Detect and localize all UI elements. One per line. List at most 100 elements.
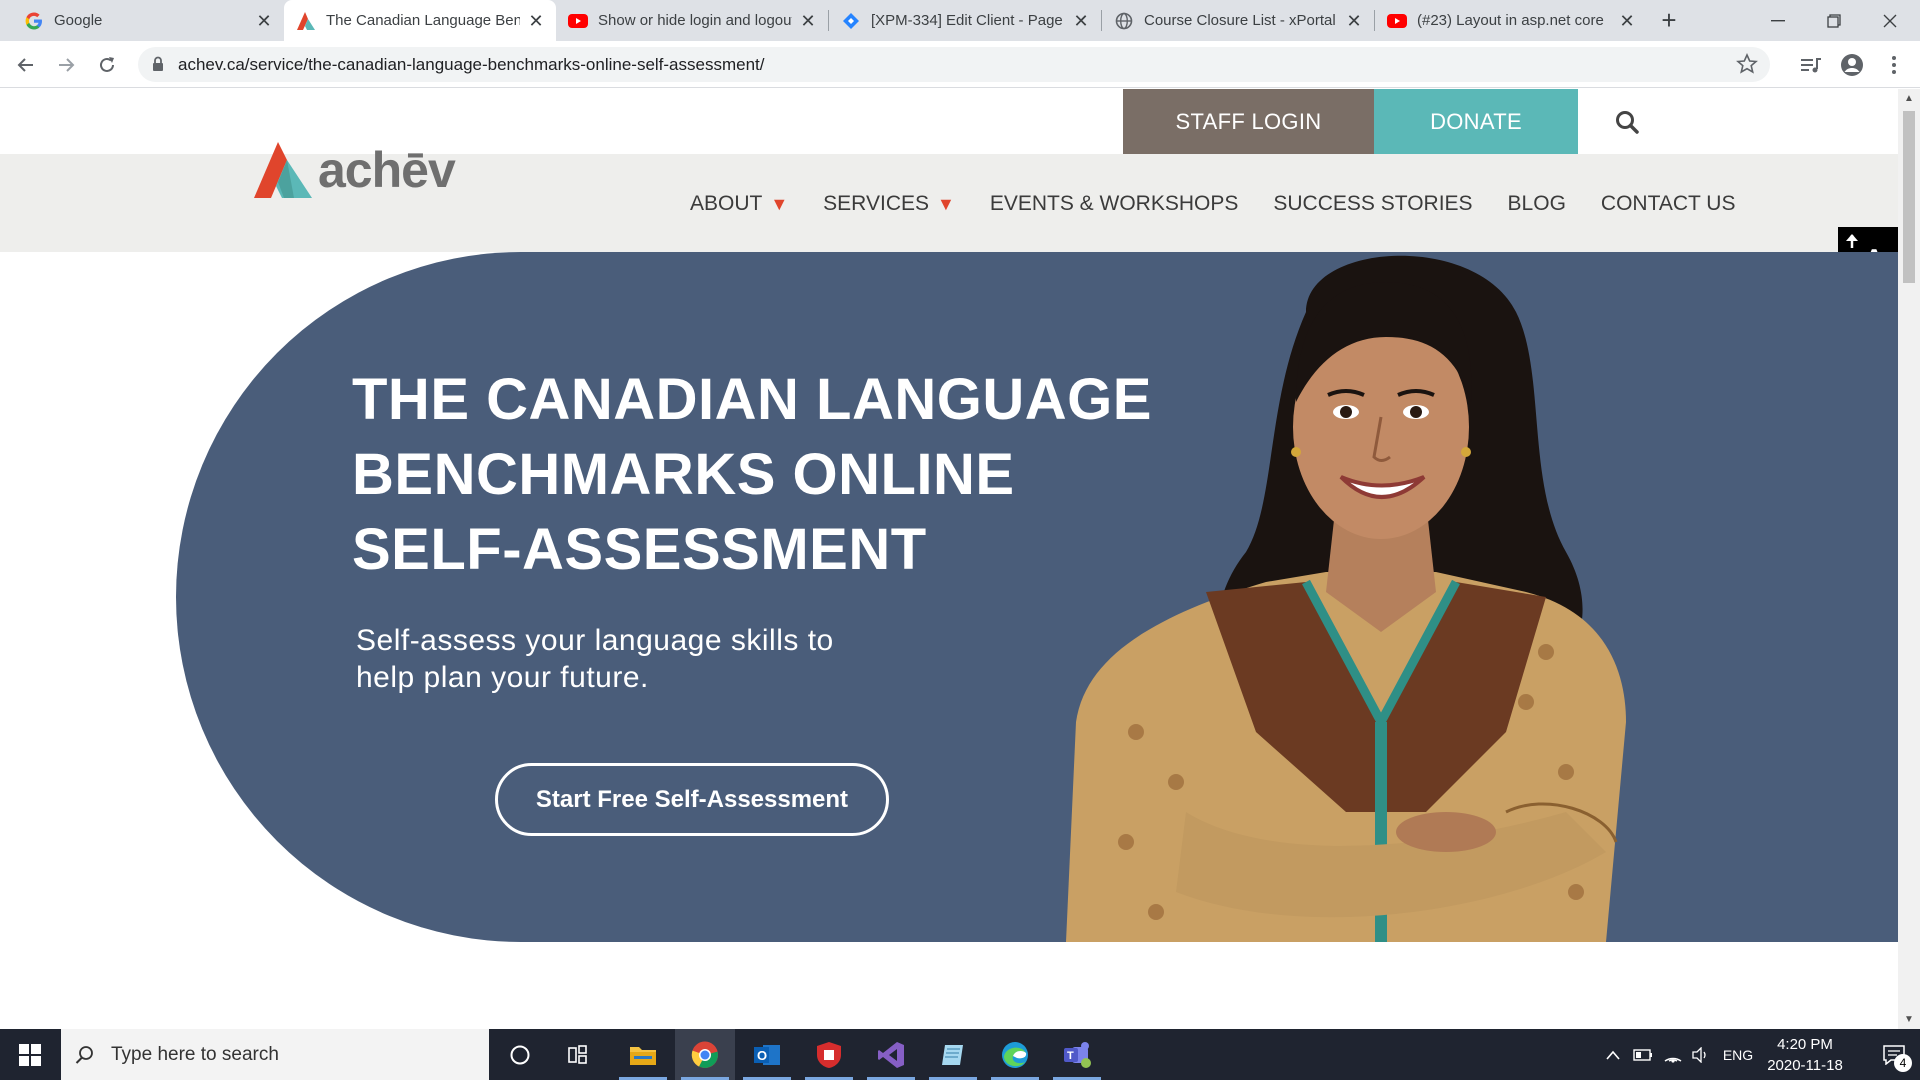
close-icon[interactable]: ✕ (256, 12, 272, 30)
tab-title: Show or hide login and logout (598, 12, 792, 29)
hero-subtitle-line: Self-assess your language skills to (356, 624, 834, 657)
globe-icon (1114, 11, 1134, 31)
hero-subtitle-line: help plan your future. (356, 661, 649, 694)
nav-label: ABOUT (690, 192, 763, 215)
jira-icon (841, 11, 861, 31)
lock-icon[interactable] (152, 56, 164, 77)
reload-button[interactable] (91, 49, 123, 81)
show-hidden-icons-button[interactable] (1600, 1029, 1626, 1080)
youtube-icon (1387, 11, 1407, 31)
more-vert-icon (1892, 56, 1896, 74)
tab-title: The Canadian Language Benchmarks Online … (326, 12, 520, 29)
staff-login-button[interactable]: STAFF LOGIN (1123, 89, 1374, 154)
taskbar-clock[interactable]: 4:20 PM 2020-11-18 (1760, 1034, 1850, 1076)
close-icon[interactable]: ✕ (1073, 12, 1089, 30)
taskbar-search-placeholder: Type here to search (111, 1043, 279, 1065)
start-self-assessment-button[interactable]: Start Free Self-Assessment (495, 763, 889, 836)
bookmark-star-icon[interactable] (1736, 53, 1758, 80)
forward-button[interactable] (50, 49, 82, 81)
teams-icon[interactable]: T (1047, 1029, 1107, 1080)
windows-logo-icon (19, 1043, 41, 1066)
address-bar[interactable]: achev.ca/service/the-canadian-language-b… (138, 47, 1770, 82)
action-center-button[interactable]: 4 (1868, 1029, 1920, 1080)
nav-services[interactable]: SERVICES ▼ (823, 192, 955, 216)
hero-banner: THE CANADIAN LANGUAGE BENCHMARKS ONLINE … (176, 252, 1898, 942)
outlook-icon[interactable]: O (737, 1029, 797, 1080)
cortana-icon[interactable] (490, 1029, 550, 1080)
edge-icon[interactable] (985, 1029, 1045, 1080)
tab-jira[interactable]: [XPM-334] Edit Client - Page ✕ (829, 0, 1101, 41)
donate-button[interactable]: DONATE (1374, 89, 1578, 154)
site-search-button[interactable] (1614, 109, 1644, 139)
woman-portrait-image (1066, 255, 1626, 942)
volume-icon[interactable] (1688, 1029, 1714, 1080)
close-icon[interactable]: ✕ (528, 12, 544, 30)
nav-success-stories[interactable]: SUCCESS STORIES (1273, 192, 1472, 216)
clock-time: 4:20 PM (1777, 1036, 1833, 1053)
wifi-icon[interactable] (1660, 1029, 1686, 1080)
tab-xportal[interactable]: Course Closure List - xPortal ✕ (1102, 0, 1374, 41)
account-icon (1841, 54, 1863, 76)
file-explorer-icon[interactable] (613, 1029, 673, 1080)
visual-studio-icon[interactable] (861, 1029, 921, 1080)
nav-label: CONTACT US (1600, 192, 1736, 215)
tab-achev[interactable]: The Canadian Language Benchmarks Online … (284, 0, 556, 41)
nav-events-workshops[interactable]: EVENTS & WORKSHOPS (990, 192, 1239, 216)
restore-button[interactable] (1806, 0, 1862, 41)
chrome-icon[interactable] (675, 1029, 735, 1080)
queue-music-icon (1801, 58, 1821, 73)
tab-title: (#23) Layout in asp.net core (1417, 12, 1604, 29)
taskbar-search-box[interactable]: Type here to search (61, 1029, 489, 1080)
close-icon[interactable]: ✕ (1346, 12, 1362, 30)
hero-subtitle: Self-assess your language skills to help… (356, 622, 936, 696)
clock-date: 2020-11-18 (1767, 1057, 1843, 1074)
nav-contact-us[interactable]: CONTACT US (1601, 192, 1736, 216)
tab-title: Google (54, 12, 103, 29)
url-text: achev.ca/service/the-canadian-language-b… (178, 55, 765, 74)
tab-youtube-layout[interactable]: (#23) Layout in asp.net core ✕ (1375, 0, 1647, 41)
nav-blog[interactable]: BLOG (1508, 192, 1566, 216)
svg-text:T: T (1067, 1050, 1074, 1062)
task-view-icon[interactable] (550, 1029, 610, 1080)
notes-icon[interactable] (923, 1029, 983, 1080)
nav-label: EVENTS & WORKSHOPS (989, 192, 1239, 215)
profile-button[interactable] (1836, 49, 1868, 81)
logo-wordmark: achēv (318, 142, 456, 198)
input-language[interactable]: ENG (1718, 1029, 1758, 1080)
media-control-button[interactable] (1795, 49, 1827, 81)
chevron-up-icon (1606, 1050, 1620, 1060)
scrollbar-thumb[interactable] (1903, 111, 1915, 283)
tab-title: Course Closure List - xPortal (1144, 12, 1336, 29)
start-button[interactable] (0, 1029, 60, 1080)
hero-title-line: SELF-ASSESSMENT (352, 517, 927, 582)
nav-about[interactable]: ABOUT ▼ (690, 192, 788, 216)
search-icon (75, 1045, 93, 1064)
battery-icon[interactable] (1630, 1029, 1656, 1080)
nav-label: SUCCESS STORIES (1273, 192, 1473, 215)
antivirus-icon[interactable] (799, 1029, 859, 1080)
browser-toolbar: achev.ca/service/the-canadian-language-b… (0, 41, 1920, 88)
notification-count-badge: 4 (1894, 1054, 1912, 1072)
nav-label: SERVICES (823, 192, 929, 215)
arrow-right-icon (59, 58, 75, 72)
caret-down-icon: ▼ (937, 193, 955, 214)
back-button[interactable] (10, 49, 42, 81)
windows-taskbar: Type here to search O T ENG 4:20 PM 2020… (0, 1029, 1920, 1080)
new-tab-button[interactable]: + (1656, 7, 1682, 34)
scroll-down-icon[interactable]: ▼ (1904, 1014, 1914, 1025)
page-viewport: STAFF LOGIN DONATE achēv ABOUT ▼ SERVICE… (0, 89, 1898, 1029)
close-icon[interactable]: ✕ (800, 12, 816, 30)
youtube-icon (568, 11, 588, 31)
achev-logo[interactable]: achēv (254, 140, 456, 200)
browser-menu-button[interactable] (1878, 49, 1910, 81)
page-scrollbar[interactable]: ▲ ▼ (1898, 89, 1920, 1029)
achev-icon (296, 11, 316, 31)
scroll-up-icon[interactable]: ▲ (1904, 93, 1914, 104)
tab-google[interactable]: Google ✕ (12, 0, 284, 41)
tab-youtube-login[interactable]: Show or hide login and logout ✕ (556, 0, 828, 41)
nav-label: BLOG (1507, 192, 1566, 215)
minimize-button[interactable] (1750, 0, 1806, 41)
hero-title-line: BENCHMARKS ONLINE (352, 442, 1015, 507)
close-window-button[interactable] (1862, 0, 1918, 41)
close-icon[interactable]: ✕ (1619, 12, 1635, 30)
